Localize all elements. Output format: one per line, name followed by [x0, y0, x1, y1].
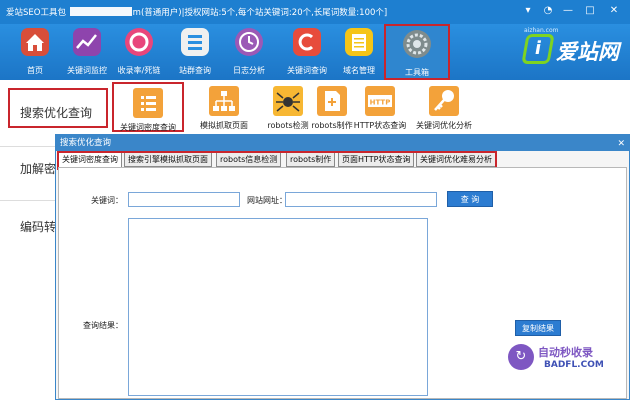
watermark-line2: BADFL.COM — [544, 360, 604, 370]
home-icon — [21, 28, 49, 56]
toolbar-index-rate[interactable]: 收录率/死链 — [114, 24, 164, 80]
c-logo-icon — [293, 28, 321, 56]
toolbar-keyword-query[interactable]: 关键词查询 — [282, 24, 332, 80]
nav-divider — [0, 146, 56, 147]
aizhan-logo: aizhan.com i 爱站网 — [520, 26, 624, 76]
sitemap-icon — [209, 86, 239, 116]
list-icon — [181, 28, 209, 56]
refresh-icon: ↻ — [508, 344, 534, 370]
copy-result-button[interactable]: 复制结果 — [515, 320, 561, 336]
subtools-row: 关键词密度查询 模拟抓取页面 robots检测 robots制作 HTTP HT… — [112, 80, 630, 136]
logo-mark: i — [521, 34, 555, 64]
toolbar-label: 工具箱 — [405, 68, 429, 77]
target-icon — [125, 28, 153, 56]
redacted-username — [69, 7, 132, 16]
clock-icon — [235, 28, 263, 56]
window-title-prefix: 爱站SEO工具包 — [6, 8, 66, 18]
http-icon: HTTP — [365, 86, 395, 116]
key-icon — [429, 86, 459, 116]
window-title: 爱站SEO工具包 m(普通用户)|授权网站:5个,每个站关键词:20个,长尾词数… — [6, 6, 387, 18]
toolbar-log-analysis[interactable]: 日志分析 — [224, 24, 274, 80]
toolbar-domain-manage[interactable]: 域名管理 — [334, 24, 384, 80]
title-bar: 爱站SEO工具包 m(普通用户)|授权网站:5个,每个站关键词:20个,长尾词数… — [0, 0, 630, 24]
window-title-suffix: m(普通用户)|授权网站:5个,每个站关键词:20个,长尾词数量:100个] — [132, 8, 388, 18]
site-url-label: 网站网址： — [247, 196, 287, 205]
watermark: ↻ 自动秒收录 BADFL.COM — [508, 340, 626, 380]
subtool-keyword-density[interactable]: 关键词密度查询 — [112, 82, 184, 132]
maximize-button[interactable]: □ — [582, 3, 598, 19]
subtool-label: 关键词优化分析 — [416, 121, 472, 130]
document-plus-icon — [317, 86, 347, 116]
query-button[interactable]: 查 询 — [447, 191, 493, 207]
notepad-icon — [345, 28, 373, 56]
list-icon — [133, 88, 163, 118]
dialog-close-icon[interactable]: ✕ — [617, 136, 625, 152]
dialog-title: 搜索优化查询 ✕ — [56, 135, 629, 151]
nav-item-encoding[interactable]: 编码转 — [20, 218, 56, 235]
trend-chart-icon — [73, 28, 101, 56]
minimize-button[interactable]: — — [560, 3, 576, 19]
nav-highlight-box — [8, 88, 108, 128]
toolbar-home[interactable]: 首页 — [10, 24, 60, 80]
nav-item-encryption[interactable]: 加解密 — [20, 160, 56, 177]
pin-icon[interactable]: ▾ — [520, 3, 536, 19]
keyword-input[interactable] — [128, 192, 240, 207]
subtool-label: 关键词密度查询 — [120, 123, 176, 132]
logo-domain: aizhan.com — [524, 27, 559, 34]
nav-divider — [0, 200, 56, 201]
watermark-line1: 自动秒收录 — [538, 346, 593, 359]
result-textarea[interactable] — [128, 218, 428, 396]
toolbar-keyword-monitor[interactable]: 关键词监控 — [62, 24, 112, 80]
toolbar-label: 收录率/死链 — [117, 66, 161, 75]
svg-text:HTTP: HTTP — [370, 99, 391, 107]
site-url-input[interactable] — [285, 192, 437, 207]
close-button[interactable]: ✕ — [606, 3, 622, 19]
result-label: 查询结果： — [83, 321, 123, 330]
gear-icon — [403, 30, 431, 58]
keyword-label: 关键词： — [91, 196, 123, 205]
left-nav: 搜索优化查询 加解密 编码转 — [0, 80, 92, 400]
skin-icon[interactable]: ◔ — [540, 3, 556, 19]
dialog-title-text: 搜索优化查询 — [60, 138, 112, 148]
subtool-keyword-analysis[interactable]: 关键词优化分析 — [408, 82, 480, 132]
toolbar-label: 站群查询 — [179, 66, 211, 75]
toolbar-site-group[interactable]: 站群查询 — [170, 24, 220, 80]
logo-text: 爱站网 — [556, 40, 619, 64]
toolbar-toolbox[interactable]: 工具箱 — [384, 24, 450, 80]
toolbar-label: 日志分析 — [233, 66, 265, 75]
